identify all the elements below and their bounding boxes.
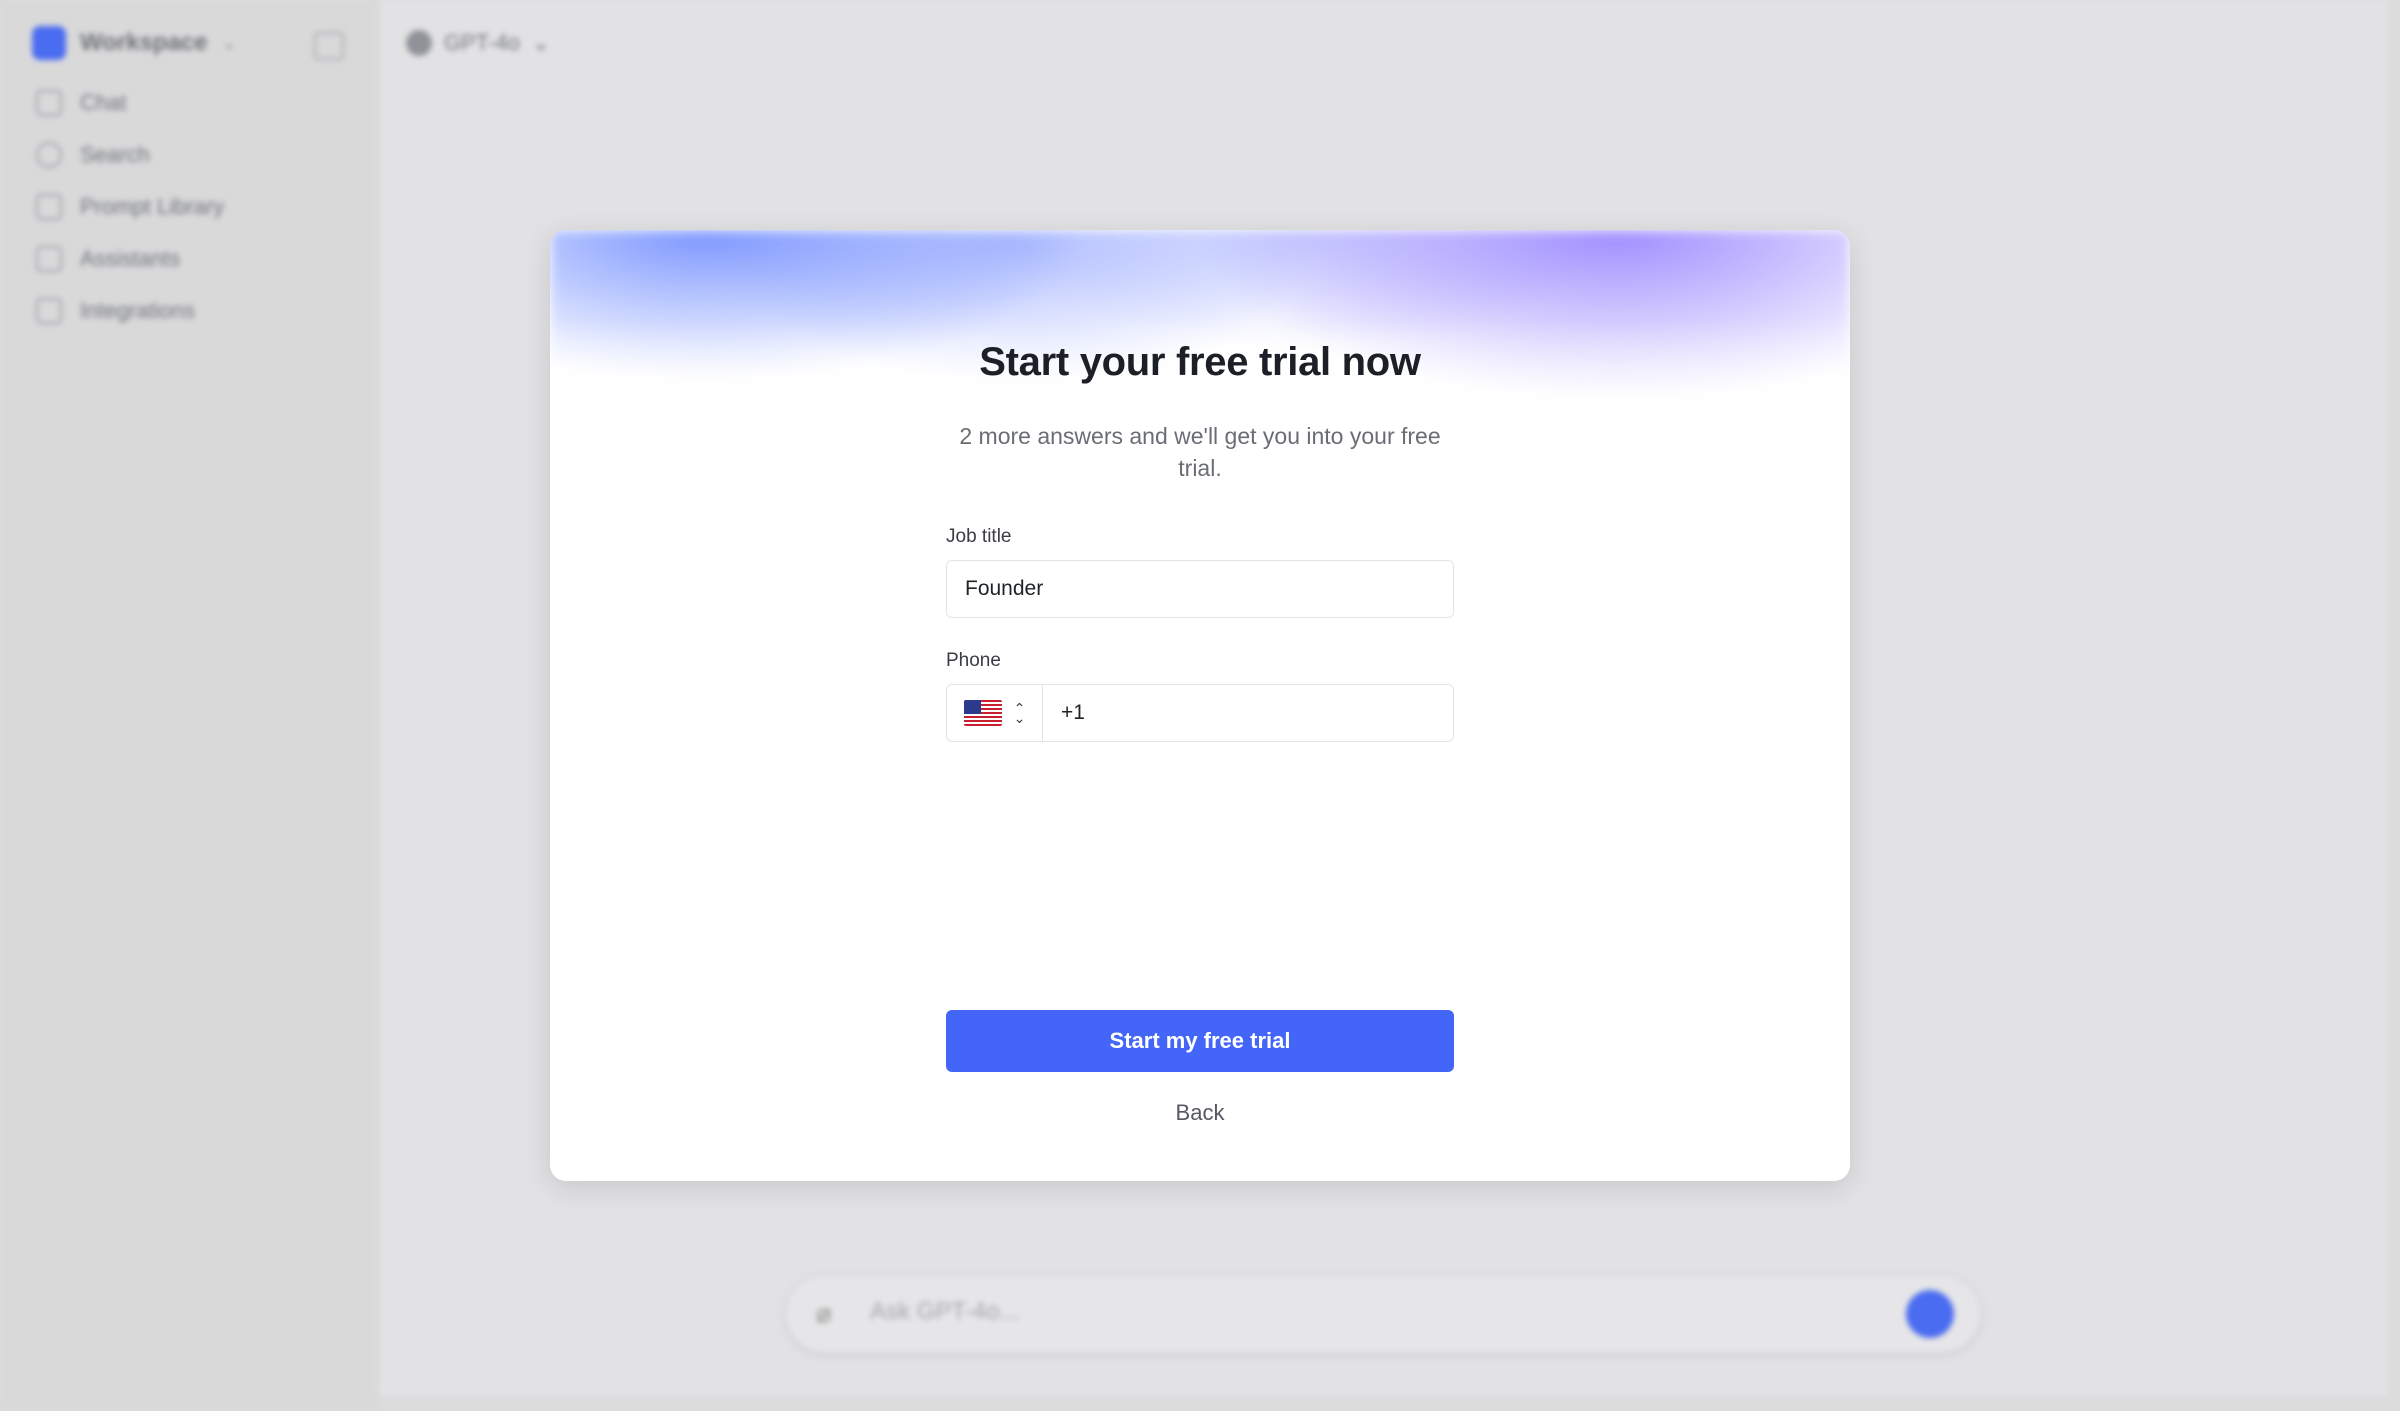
- workspace-name: Workspace: [80, 29, 208, 56]
- integrations-icon: [36, 298, 62, 324]
- job-title-label: Job title: [946, 526, 1012, 547]
- chevron-down-icon: ⌄: [221, 32, 237, 53]
- workspace-logo: [32, 26, 66, 60]
- phone-input[interactable]: [1043, 685, 1453, 741]
- model-icon: [406, 30, 432, 56]
- model-picker[interactable]: GPT-4o ⌄: [406, 30, 550, 56]
- trial-form: Job title Phone ⌃⌄: [946, 526, 1454, 742]
- attach-icon[interactable]: ⌀: [816, 1298, 846, 1328]
- model-picker-label: GPT-4o: [444, 30, 520, 55]
- country-code-select[interactable]: ⌃ ⌄: [947, 685, 1043, 741]
- free-trial-modal: Start your free trial now 2 more answers…: [550, 230, 1850, 1181]
- sidebar-toggle-icon[interactable]: [314, 32, 344, 60]
- sidebar-item-label: Assistants: [80, 246, 181, 271]
- sidebar-item-label: Integrations: [80, 298, 195, 323]
- search-icon: [36, 142, 62, 168]
- assistants-icon: [36, 246, 62, 272]
- send-button[interactable]: [1906, 1290, 1954, 1338]
- chat-icon: [36, 90, 62, 116]
- start-trial-button[interactable]: Start my free trial: [946, 1010, 1454, 1072]
- composer-placeholder: Ask GPT-4o...: [870, 1298, 1020, 1325]
- phone-label: Phone: [946, 650, 1001, 671]
- chevron-down-icon: ⌄: [531, 30, 551, 55]
- sidebar: Workspace ⌄ Chat Search Prompt Library A…: [0, 0, 378, 1411]
- modal-subtitle: 2 more answers and we'll get you into yo…: [959, 423, 1441, 481]
- modal-title: Start your free trial now: [979, 340, 1421, 384]
- sidebar-item-assistants[interactable]: Assistants: [36, 246, 180, 272]
- job-title-input[interactable]: [946, 560, 1454, 618]
- sidebar-item-chat[interactable]: Chat: [36, 90, 126, 116]
- sidebar-item-search[interactable]: Search: [36, 142, 150, 168]
- sidebar-item-label: Chat: [80, 90, 127, 115]
- us-flag-icon: [963, 700, 1002, 726]
- chevron-up-down-icon: ⌃ ⌄: [1013, 700, 1026, 726]
- phone-field: ⌃ ⌄: [946, 684, 1454, 742]
- chat-composer[interactable]: ⌀ Ask GPT-4o...: [786, 1276, 1980, 1352]
- sidebar-item-label: Search: [80, 142, 150, 167]
- library-icon: [36, 194, 62, 220]
- workspace-switcher[interactable]: Workspace ⌄: [32, 26, 237, 60]
- sidebar-item-prompt-library[interactable]: Prompt Library: [36, 194, 224, 220]
- sidebar-item-label: Prompt Library: [80, 194, 225, 219]
- back-link[interactable]: Back: [550, 1100, 1850, 1126]
- sidebar-item-integrations[interactable]: Integrations: [36, 298, 195, 324]
